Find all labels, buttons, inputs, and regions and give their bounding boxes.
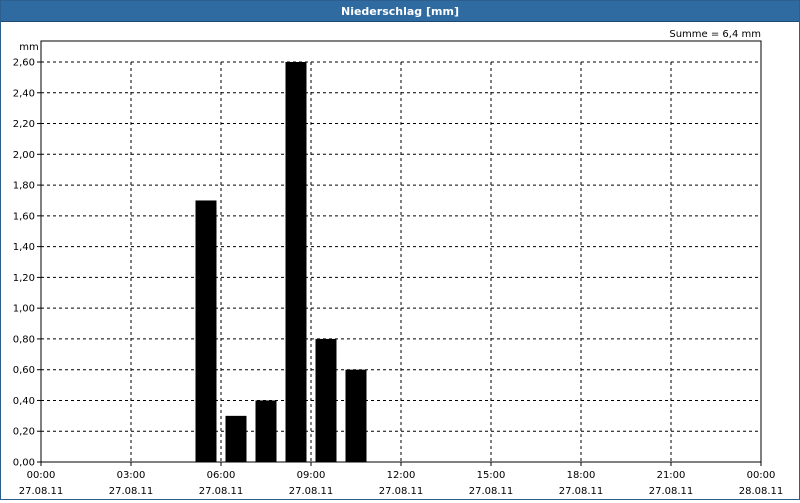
y-tick-label: 1,40 [13, 242, 35, 253]
y-tick-label: 0,00 [13, 458, 35, 469]
x-tick-date-label: 27.08.11 [19, 486, 64, 497]
y-tick-label: 2,00 [13, 150, 35, 161]
y-tick-label: 0,60 [13, 365, 35, 376]
x-tick-time-label: 21:00 [657, 470, 686, 481]
x-tick-date-label: 27.08.11 [199, 486, 244, 497]
y-axis-unit-label: mm [19, 42, 38, 53]
precipitation-chart: mm Summe = 6,4 mm 0,00 0,20 0,40 0,60 0,80 1,… [13, 29, 784, 497]
x-tick-time-label: 03:00 [117, 470, 146, 481]
grid-layer [41, 61, 761, 462]
x-tick-date-label: 28.08.11 [739, 486, 784, 497]
x-tick-time-label: 09:00 [297, 470, 326, 481]
sum-label: Summe = 6,4 mm [669, 29, 761, 40]
y-tick-label: 1,60 [13, 211, 35, 222]
precipitation-bar [195, 200, 217, 462]
y-tick-label: 0,80 [13, 334, 35, 345]
x-tick-date-label: 27.08.11 [469, 486, 514, 497]
precipitation-bar [285, 62, 307, 462]
precipitation-bar [255, 400, 277, 462]
x-tick-time-label: 06:00 [207, 470, 236, 481]
chart-window: Niederschlag [mm] mm Summe = 6,4 mm 0,00… [0, 0, 800, 500]
precipitation-bar [345, 369, 367, 462]
y-tick-label: 0,40 [13, 396, 35, 407]
axis-layer [37, 40, 762, 466]
x-tick-date-label: 27.08.11 [289, 486, 334, 497]
title-bar: Niederschlag [mm] [1, 1, 799, 22]
x-tick-date-label: 27.08.11 [649, 486, 694, 497]
y-tick-label: 2,60 [13, 58, 35, 69]
x-tick-time-label: 15:00 [477, 470, 506, 481]
x-tick-time-label: 18:00 [567, 470, 596, 481]
x-tick-time-label: 00:00 [27, 470, 56, 481]
y-tick-label: 2,40 [13, 88, 35, 99]
y-tick-label: 1,20 [13, 273, 35, 284]
x-tick-time-label: 00:00 [747, 470, 776, 481]
y-tick-label: 0,20 [13, 427, 35, 438]
precipitation-bar [225, 415, 247, 462]
x-tick-date-label: 27.08.11 [379, 486, 424, 497]
x-tick-date-label: 27.08.11 [109, 486, 154, 497]
chart-area: mm Summe = 6,4 mm 0,00 0,20 0,40 0,60 0,80 1,… [1, 22, 799, 499]
x-tick-date-label: 27.08.11 [559, 486, 604, 497]
x-tick-time-label: 12:00 [387, 470, 416, 481]
precipitation-bar [315, 338, 337, 462]
y-tick-label: 1,00 [13, 304, 35, 315]
y-tick-label: 1,80 [13, 181, 35, 192]
y-tick-label: 2,20 [13, 119, 35, 130]
chart-title: Niederschlag [mm] [341, 4, 459, 18]
